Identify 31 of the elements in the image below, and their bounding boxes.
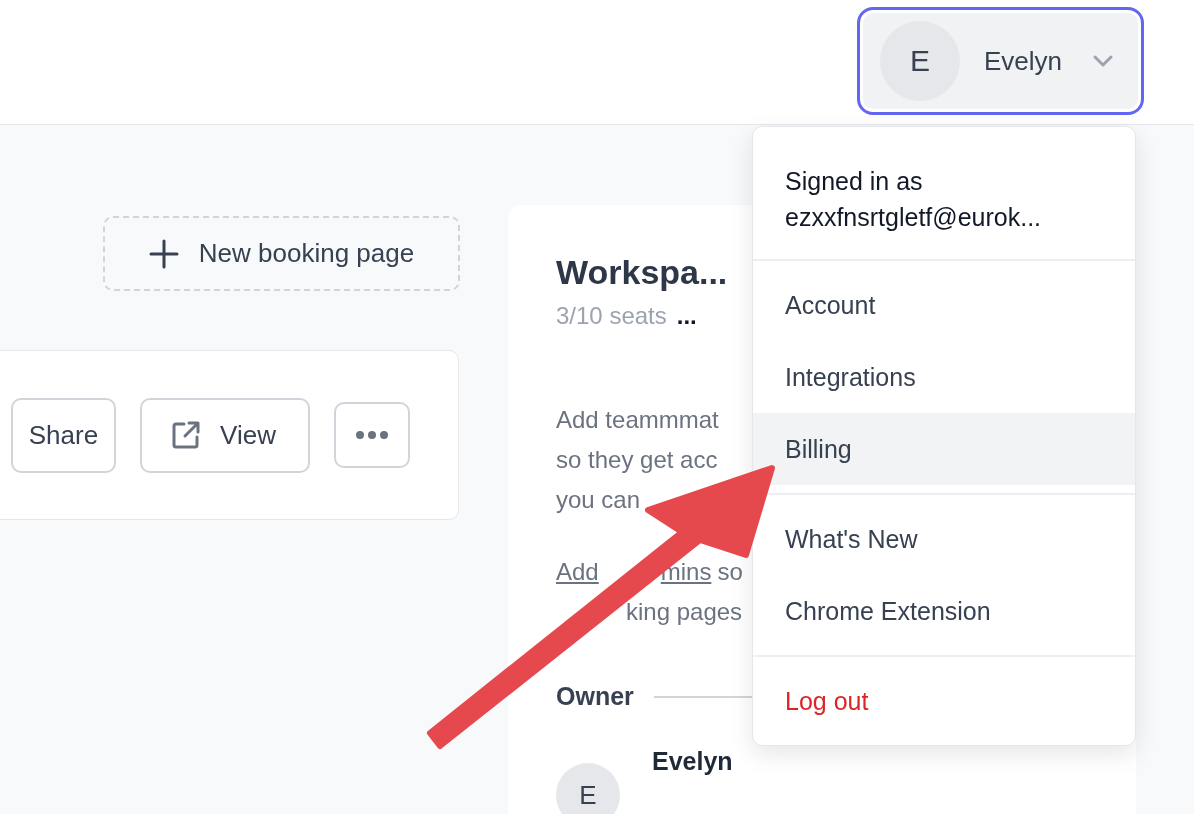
chevron-down-icon: [1092, 54, 1115, 68]
description-text: so: [717, 557, 743, 587]
external-link-icon: [170, 419, 203, 451]
description-line: so they get acc: [556, 445, 718, 475]
seats-more: ...: [676, 302, 697, 330]
seats-count: 3/10 seats: [556, 302, 667, 330]
share-button[interactable]: Share: [10, 397, 117, 473]
menu-item[interactable]: Account: [753, 269, 1135, 341]
signed-in-label: Signed in as: [785, 166, 924, 197]
description-line: king pages: [626, 597, 743, 627]
description-line: you can: [556, 485, 641, 515]
view-button[interactable]: View: [140, 397, 310, 473]
owner-avatar: E: [556, 763, 620, 814]
user-email: ezxxfnsrtgletf@eurok...: [785, 202, 1043, 233]
add-admins-link[interactable]: Add: [556, 552, 599, 592]
menu-item[interactable]: Integrations: [753, 341, 1135, 413]
more-button[interactable]: [334, 402, 410, 468]
user-menu-button[interactable]: E Evelyn: [857, 7, 1144, 115]
menu-item[interactable]: What's New: [753, 503, 1135, 575]
owner-heading: Owner: [556, 682, 634, 711]
more-icon: [355, 430, 389, 440]
menu-item[interactable]: Log out: [753, 665, 1135, 737]
description-line: Add teammmat: [556, 405, 719, 435]
plus-icon: [148, 238, 179, 269]
avatar: E: [880, 21, 960, 101]
user-name: Evelyn: [984, 45, 1063, 77]
workspace-title: Workspa...: [556, 253, 729, 292]
owner-name: Evelyn: [652, 747, 733, 776]
menu-item[interactable]: Billing: [753, 413, 1135, 485]
new-booking-page-button[interactable]: New booking page: [103, 216, 460, 291]
menu-item[interactable]: Chrome Extension: [753, 575, 1135, 647]
